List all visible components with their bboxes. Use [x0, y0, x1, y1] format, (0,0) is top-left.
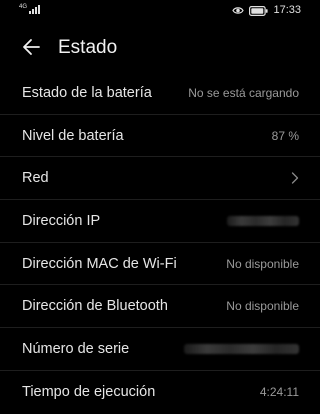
battery-level-row: Nivel de batería 87 % [0, 115, 320, 158]
network-type-label: 4G [19, 4, 28, 10]
page-title: Estado [58, 37, 118, 58]
ip-address-row: Dirección IP [0, 200, 320, 243]
signal-icon [29, 5, 41, 14]
row-value: No disponible [226, 299, 299, 314]
row-value: 4:24:11 [259, 385, 299, 400]
status-bar: 4G 17:33 [0, 0, 320, 22]
eye-icon [232, 7, 245, 14]
row-value: No disponible [226, 256, 299, 271]
network-row[interactable]: Red [0, 157, 320, 201]
battery-status-row: Estado de la batería No se está cargando [0, 72, 320, 115]
row-label: Nivel de batería [22, 127, 124, 144]
row-label: Dirección de Bluetooth [22, 298, 168, 315]
chevron-right-icon [291, 172, 299, 184]
redacted-value [227, 215, 299, 226]
row-label: Número de serie [22, 340, 130, 357]
uptime-row: Tiempo de ejecución 4:24:11 [0, 371, 320, 414]
app-header: Estado [0, 28, 320, 68]
row-label: Dirección MAC de Wi-Fi [22, 255, 177, 272]
battery-icon [249, 5, 269, 16]
bluetooth-address-row: Dirección de Bluetooth No disponible [0, 285, 320, 329]
signal-indicator: 4G [19, 4, 41, 14]
status-list: Estado de la batería No se está cargando… [0, 72, 320, 414]
row-value: 87 % [271, 128, 299, 143]
wifi-mac-row: Dirección MAC de Wi-Fi No disponible [0, 243, 320, 286]
arrow-left-icon[interactable] [18, 34, 44, 60]
row-label: Red [22, 170, 49, 187]
status-bar-right: 17:33 [232, 4, 301, 17]
row-value: No se está cargando [188, 85, 299, 100]
serial-number-row: Número de serie [0, 328, 320, 371]
row-label: Estado de la batería [22, 84, 152, 101]
redacted-value [184, 343, 299, 354]
clock: 17:33 [273, 4, 301, 16]
row-label: Tiempo de ejecución [22, 384, 156, 401]
row-label: Dirección IP [22, 212, 101, 229]
